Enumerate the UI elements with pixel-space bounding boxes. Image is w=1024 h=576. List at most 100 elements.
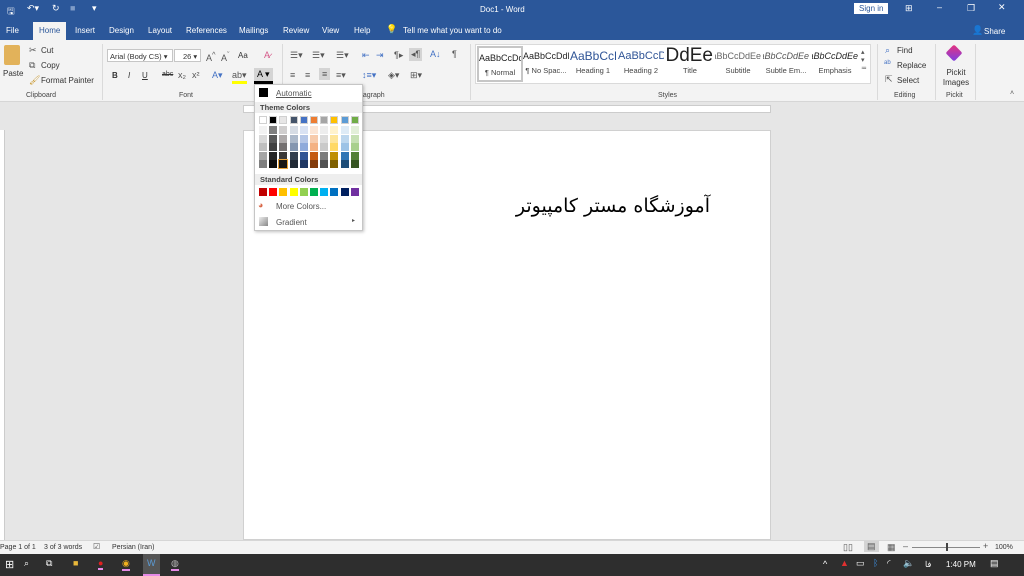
share-button[interactable]: Share: [984, 27, 1005, 36]
windows-start-icon[interactable]: ⊞: [5, 558, 14, 571]
theme-color-swatch[interactable]: [289, 116, 298, 124]
style-no-spacing[interactable]: AaBbCcDdEe ¶ No Spac...: [523, 46, 569, 82]
theme-color-swatch[interactable]: [269, 116, 278, 124]
grow-font-icon[interactable]: A^: [206, 50, 216, 63]
vertical-ruler[interactable]: [0, 130, 5, 540]
touch-mode-icon[interactable]: ■: [70, 3, 75, 13]
style-heading-1[interactable]: AaBbCcDdEe Heading 1: [570, 46, 616, 82]
theme-color-swatch[interactable]: [289, 126, 298, 135]
superscript-icon[interactable]: x²: [192, 70, 200, 80]
theme-color-swatch[interactable]: [269, 151, 278, 160]
theme-color-swatch[interactable]: [269, 160, 278, 168]
bluetooth-icon[interactable]: ᛒ: [873, 558, 878, 568]
proofing-icon[interactable]: ☑: [93, 542, 100, 551]
standard-color-swatch[interactable]: [279, 188, 288, 196]
borders-icon[interactable]: ⊞▾: [410, 70, 422, 81]
standard-color-swatch[interactable]: [289, 188, 298, 196]
theme-color-swatch[interactable]: [310, 151, 318, 160]
theme-color-swatch[interactable]: [310, 134, 318, 143]
style-subtle-emphasis[interactable]: AaBbCcDdEe Subtle Em...: [763, 46, 809, 82]
theme-color-swatch[interactable]: [320, 151, 329, 160]
font-size-select[interactable]: 26 ▾: [174, 49, 201, 62]
theme-color-swatch[interactable]: [320, 160, 329, 168]
theme-color-swatch[interactable]: [330, 134, 339, 143]
standard-color-swatch[interactable]: [310, 188, 318, 196]
chrome-icon[interactable]: ◉: [122, 558, 130, 571]
theme-color-swatch[interactable]: [289, 160, 298, 168]
word-taskbar-icon[interactable]: W: [143, 554, 160, 576]
theme-color-swatch[interactable]: [310, 143, 318, 152]
bold-button[interactable]: B: [112, 71, 118, 80]
theme-color-swatch[interactable]: [279, 143, 288, 152]
standard-color-swatch[interactable]: [299, 188, 308, 196]
read-mode-icon[interactable]: ▯▯: [843, 542, 853, 553]
theme-color-swatch[interactable]: [330, 160, 339, 168]
theme-color-swatch[interactable]: [350, 151, 359, 160]
italic-button[interactable]: I: [128, 71, 130, 80]
theme-color-swatch[interactable]: [279, 116, 288, 124]
find-button[interactable]: Find: [897, 46, 913, 55]
restore-button[interactable]: ❐: [967, 3, 975, 14]
input-language[interactable]: فا: [925, 560, 931, 569]
theme-color-swatch[interactable]: [289, 151, 298, 160]
theme-color-swatch[interactable]: [299, 126, 308, 135]
theme-color-swatch[interactable]: [259, 126, 267, 135]
show-marks-icon[interactable]: ¶: [452, 49, 457, 59]
theme-color-swatch[interactable]: [299, 160, 308, 168]
wifi-icon[interactable]: ◜: [887, 558, 891, 569]
theme-color-swatch[interactable]: [350, 134, 359, 143]
tell-me-search[interactable]: Tell me what you want to do: [403, 26, 502, 35]
theme-color-swatch[interactable]: [340, 116, 349, 124]
center-icon[interactable]: ≡: [305, 70, 310, 80]
tab-file[interactable]: File: [0, 22, 25, 40]
theme-color-swatch[interactable]: [259, 134, 267, 143]
battery-icon[interactable]: ▭: [856, 558, 865, 569]
standard-color-swatch[interactable]: [320, 188, 329, 196]
text-effects-icon[interactable]: A▾: [212, 70, 223, 81]
theme-color-swatch[interactable]: [330, 143, 339, 152]
theme-color-swatch[interactable]: [350, 116, 359, 124]
standard-color-swatch[interactable]: [269, 188, 278, 196]
theme-color-swatch[interactable]: [350, 160, 359, 168]
numbering-icon[interactable]: ☰▾: [312, 50, 325, 61]
theme-color-swatch[interactable]: [269, 143, 278, 152]
underline-button[interactable]: U: [142, 71, 148, 80]
theme-color-swatch[interactable]: [310, 160, 318, 168]
theme-color-swatch[interactable]: [289, 143, 298, 152]
theme-color-swatch[interactable]: [299, 143, 308, 152]
change-case-button[interactable]: Aa: [238, 51, 248, 60]
theme-color-swatch[interactable]: [310, 116, 318, 124]
justify-icon[interactable]: ≡▾: [336, 70, 346, 81]
theme-color-swatch[interactable]: [289, 134, 298, 143]
sign-in-button[interactable]: Sign in: [854, 3, 889, 14]
horizontal-ruler[interactable]: [0, 103, 1024, 115]
tab-mailings[interactable]: Mailings: [233, 22, 274, 40]
style-subtitle[interactable]: AaBbCcDdEe Subtitle: [715, 46, 761, 82]
save-icon[interactable]: 🖫: [7, 4, 15, 20]
theme-color-swatch[interactable]: [299, 151, 308, 160]
theme-color-swatch[interactable]: [320, 116, 329, 124]
zoom-out-button[interactable]: –: [903, 541, 908, 551]
tab-help[interactable]: Help: [348, 22, 376, 40]
theme-color-swatch[interactable]: [299, 116, 308, 124]
theme-color-swatch[interactable]: [330, 126, 339, 135]
theme-color-swatch[interactable]: [279, 151, 288, 160]
theme-color-swatch[interactable]: [279, 134, 288, 143]
theme-color-swatch[interactable]: [330, 116, 339, 124]
standard-color-swatch[interactable]: [330, 188, 339, 196]
shading-icon[interactable]: ◈▾: [388, 70, 399, 81]
font-name-select[interactable]: Arial (Body CS) ▾: [107, 49, 173, 62]
bullets-icon[interactable]: ☰▾: [290, 50, 303, 61]
theme-color-swatch[interactable]: [320, 126, 329, 135]
pickit-images-button[interactable]: Pickit Images: [941, 68, 971, 88]
volume-icon[interactable]: 🔈: [903, 558, 914, 569]
theme-color-swatch[interactable]: [320, 143, 329, 152]
zoom-slider-thumb[interactable]: [946, 543, 948, 551]
highlight-icon[interactable]: ab▾: [232, 70, 247, 84]
strikethrough-button[interactable]: abc: [162, 71, 173, 78]
styles-scroll-icon[interactable]: ▴ ▾ ≂: [861, 48, 867, 72]
theme-color-swatch[interactable]: [340, 143, 349, 152]
tab-design[interactable]: Design: [103, 22, 140, 40]
undo-icon[interactable]: ↶▾: [27, 3, 39, 14]
theme-color-swatch[interactable]: [350, 143, 359, 152]
